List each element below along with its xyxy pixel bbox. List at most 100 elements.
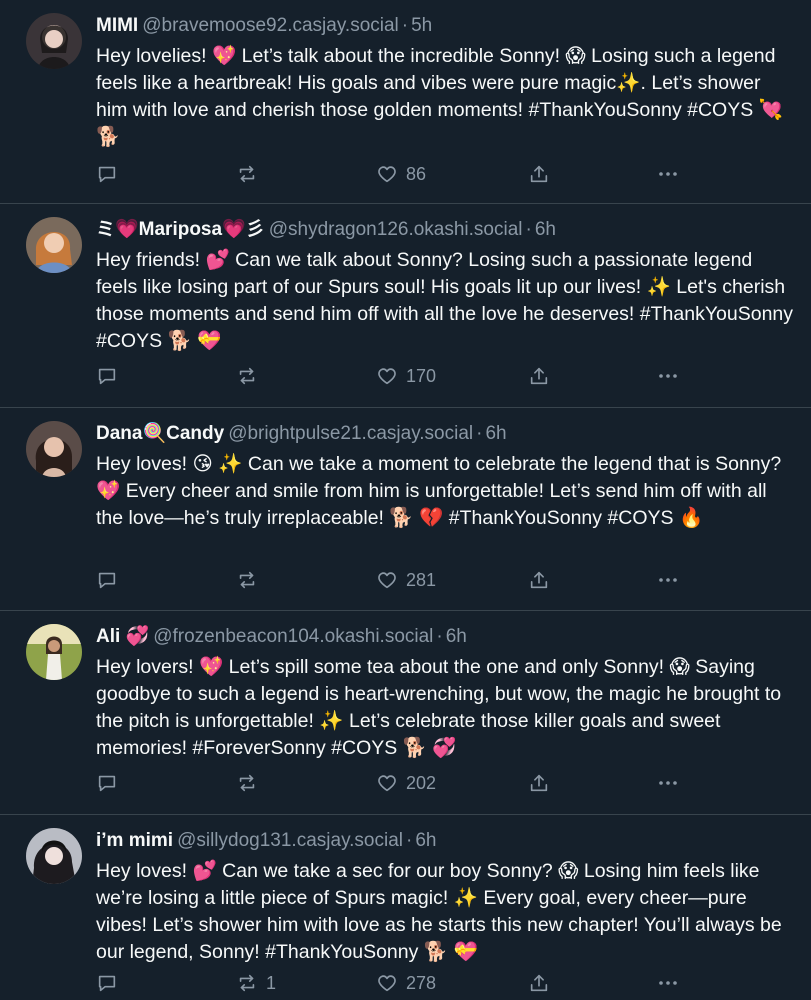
avatar[interactable] (26, 217, 82, 273)
post-text: Hey lovers! 💖 Let’s spill some tea about… (96, 656, 787, 759)
post-header: i’m mimi @sillydog131.casjay.social · 6h (96, 828, 795, 854)
like-count: 281 (406, 569, 437, 590)
reply-icon (96, 772, 118, 794)
post-header: ミ💗Mariposa💗彡 @shydragon126.okashi.social ·… (96, 217, 795, 243)
post[interactable]: MIMI @bravemoose92.casjay.social · 5h Hey l… (0, 0, 811, 204)
post-header: Dana🍭Candy @brightpulse21.casjay.social · 6… (96, 421, 795, 447)
post-text: Hey lovelies! 💖 Let’s talk about the inc… (96, 45, 789, 148)
author-handle[interactable]: @shydragon126.okashi.social (269, 219, 523, 240)
share-button[interactable] (528, 364, 550, 388)
share-icon (528, 365, 550, 387)
action-bar: 202 (96, 771, 795, 795)
more-icon (656, 972, 680, 994)
action-bar: 170 (96, 364, 795, 388)
timestamp[interactable]: 6h (535, 219, 556, 240)
like-count: 278 (406, 972, 437, 993)
share-button[interactable] (528, 162, 550, 186)
share-button[interactable] (528, 971, 550, 995)
reply-button[interactable] (96, 568, 118, 592)
share-icon (528, 972, 550, 994)
repost-button[interactable]: 1 (236, 971, 276, 995)
reply-icon (96, 163, 118, 185)
more-button[interactable] (656, 771, 680, 795)
post[interactable]: i’m mimi @sillydog131.casjay.social · 6h He… (0, 815, 811, 1000)
timestamp[interactable]: 6h (446, 626, 467, 647)
like-button[interactable]: 86 (376, 162, 426, 186)
timestamp[interactable]: 5h (411, 15, 432, 36)
like-button[interactable]: 202 (376, 771, 436, 795)
author-name[interactable]: i’m mimi (96, 830, 173, 851)
repost-count: 1 (266, 972, 277, 993)
share-button[interactable] (528, 568, 550, 592)
like-button[interactable]: 281 (376, 568, 436, 592)
reply-icon (96, 569, 118, 591)
reply-icon (96, 972, 118, 994)
post-header: MIMI @bravemoose92.casjay.social · 5h (96, 13, 795, 39)
avatar[interactable] (26, 624, 82, 680)
post[interactable]: ミ💗Mariposa💗彡 @shydragon126.okashi.social ·… (0, 204, 811, 408)
author-handle[interactable]: @bravemoose92.casjay.social (142, 15, 399, 36)
reply-button[interactable] (96, 364, 118, 388)
share-icon (528, 772, 550, 794)
author-handle[interactable]: @frozenbeacon104.okashi.social (153, 626, 433, 647)
heart-icon (376, 972, 398, 994)
repost-button[interactable] (236, 162, 266, 186)
repost-icon (236, 972, 258, 994)
post[interactable]: Ali 💞 @frozenbeacon104.okashi.social · 6h H… (0, 611, 811, 815)
heart-icon (376, 163, 398, 185)
reply-button[interactable] (96, 971, 118, 995)
more-icon (656, 365, 680, 387)
post-text: Hey loves! 💕 Can we take a sec for our b… (96, 860, 788, 963)
more-icon (656, 569, 680, 591)
author-handle[interactable]: @sillydog131.casjay.social (177, 830, 403, 851)
reply-button[interactable] (96, 162, 118, 186)
avatar[interactable] (26, 421, 82, 477)
reply-icon (96, 365, 118, 387)
more-button[interactable] (656, 568, 680, 592)
more-button[interactable] (656, 364, 680, 388)
post[interactable]: Dana🍭Candy @brightpulse21.casjay.social · 6… (0, 408, 811, 611)
timestamp[interactable]: 6h (485, 423, 506, 444)
heart-icon (376, 365, 398, 387)
like-count: 202 (406, 772, 437, 793)
action-bar: 1 278 (96, 971, 795, 995)
repost-button[interactable] (236, 568, 266, 592)
separator-dot: · (406, 830, 413, 851)
like-count: 170 (406, 365, 437, 386)
share-button[interactable] (528, 771, 550, 795)
like-button[interactable]: 278 (376, 971, 436, 995)
repost-icon (236, 569, 258, 591)
separator-dot: · (401, 15, 409, 36)
feed: MIMI @bravemoose92.casjay.social · 5h Hey l… (0, 0, 811, 1000)
share-icon (528, 569, 550, 591)
timestamp[interactable]: 6h (415, 830, 436, 851)
author-name[interactable]: MIMI (96, 15, 138, 36)
repost-icon (236, 365, 258, 387)
more-button[interactable] (656, 971, 680, 995)
like-button[interactable]: 170 (376, 364, 436, 388)
heart-icon (376, 569, 398, 591)
repost-icon (236, 163, 258, 185)
author-handle[interactable]: @brightpulse21.casjay.social (228, 423, 473, 444)
action-bar: 86 (96, 162, 795, 186)
author-name[interactable]: Ali 💞 (96, 626, 149, 647)
more-button[interactable] (656, 162, 680, 186)
repost-button[interactable] (236, 771, 266, 795)
more-icon (656, 772, 680, 794)
action-bar: 281 (96, 568, 795, 592)
separator-dot: · (525, 219, 532, 240)
more-icon (656, 163, 680, 185)
post-header: Ali 💞 @frozenbeacon104.okashi.social · 6h (96, 624, 795, 650)
reply-button[interactable] (96, 771, 118, 795)
post-text: Hey friends! 💕 Can we talk about Sonny? … (96, 249, 799, 352)
repost-button[interactable] (236, 364, 266, 388)
like-count: 86 (406, 163, 427, 184)
avatar[interactable] (26, 13, 82, 69)
share-icon (528, 163, 550, 185)
separator-dot: · (436, 626, 443, 647)
avatar[interactable] (26, 828, 82, 884)
author-name[interactable]: ミ💗Mariposa💗彡 (96, 219, 265, 240)
repost-icon (236, 772, 258, 794)
author-name[interactable]: Dana🍭Candy (96, 423, 224, 444)
separator-dot: · (476, 423, 483, 444)
